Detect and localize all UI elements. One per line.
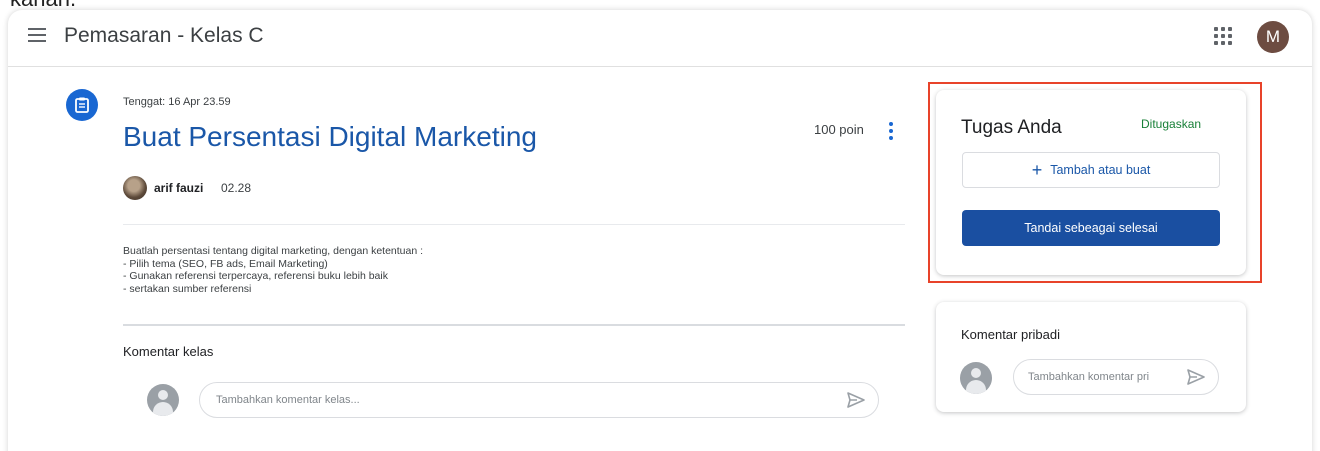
more-vert-icon[interactable] bbox=[884, 122, 898, 142]
assignment-icon bbox=[66, 89, 98, 121]
class-comments-label: Komentar kelas bbox=[123, 344, 214, 359]
menu-icon[interactable] bbox=[28, 28, 46, 42]
account-avatar[interactable]: M bbox=[1257, 21, 1289, 53]
user-avatar bbox=[147, 384, 179, 416]
class-comment-input[interactable]: Tambahkan komentar kelas... bbox=[199, 382, 879, 418]
your-work-card: Tugas Anda Ditugaskan + Tambah atau buat … bbox=[936, 90, 1246, 275]
apps-icon[interactable] bbox=[1214, 27, 1232, 45]
send-icon[interactable] bbox=[846, 391, 866, 409]
add-or-create-label: Tambah atau buat bbox=[1050, 163, 1151, 177]
description-line: Buatlah persentasi tentang digital marke… bbox=[123, 245, 424, 257]
assignment-page-card: Pemasaran - Kelas C M Tenggat: 16 Apr 23… bbox=[8, 10, 1312, 451]
add-or-create-button[interactable]: + Tambah atau buat bbox=[962, 152, 1220, 188]
divider bbox=[123, 224, 905, 225]
assignment-title: Buat Persentasi Digital Marketing bbox=[123, 121, 537, 152]
user-avatar bbox=[960, 362, 992, 394]
private-comments-card: Komentar pribadi Tambahkan komentar pri bbox=[936, 302, 1246, 412]
author-name: arif fauzi bbox=[154, 181, 204, 195]
description-line: - Gunakan referensi terpercaya, referens… bbox=[123, 270, 388, 282]
class-title[interactable]: Pemasaran - Kelas C bbox=[64, 24, 264, 48]
divider bbox=[123, 324, 905, 326]
your-work-title: Tugas Anda bbox=[961, 117, 1062, 138]
description-line: - sertakan sumber referensi bbox=[123, 282, 252, 295]
plus-icon: + bbox=[1031, 160, 1043, 180]
mark-as-done-button[interactable]: Tandai sebeagai selesai bbox=[962, 210, 1220, 246]
post-time: 02.28 bbox=[221, 181, 252, 195]
description-line: - Pilih tema (SEO, FB ads, Email Marketi… bbox=[123, 257, 328, 270]
top-header: Pemasaran - Kelas C M bbox=[8, 10, 1312, 67]
points-label: 100 poin bbox=[814, 122, 864, 137]
send-icon[interactable] bbox=[1186, 368, 1206, 386]
due-date: Tenggat: 16 Apr 23.59 bbox=[123, 96, 231, 108]
assignment-description: Buatlah persentasi tentang digital marke… bbox=[123, 245, 423, 295]
status-badge: Ditugaskan bbox=[1141, 117, 1202, 131]
private-comments-label: Komentar pribadi bbox=[961, 327, 1060, 342]
author-avatar bbox=[123, 176, 147, 200]
